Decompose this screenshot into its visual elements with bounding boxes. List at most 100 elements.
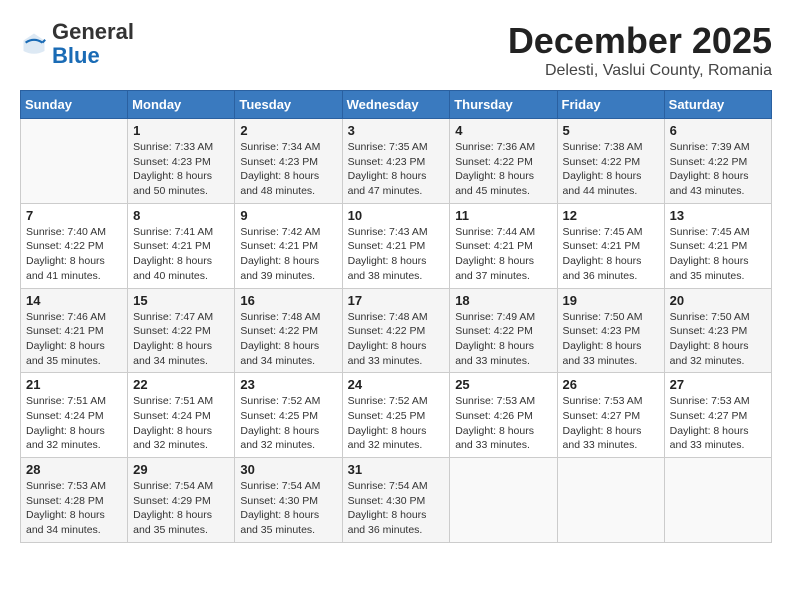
weekday-header-saturday: Saturday bbox=[664, 91, 771, 119]
calendar-cell: 27 Sunrise: 7:53 AM Sunset: 4:27 PM Dayli… bbox=[664, 373, 771, 458]
day-number: 9 bbox=[240, 208, 336, 223]
day-info: Sunrise: 7:48 AM Sunset: 4:22 PM Dayligh… bbox=[348, 310, 445, 369]
calendar-cell: 2 Sunrise: 7:34 AM Sunset: 4:23 PM Daylig… bbox=[235, 119, 342, 204]
calendar-cell: 1 Sunrise: 7:33 AM Sunset: 4:23 PM Daylig… bbox=[128, 119, 235, 204]
calendar-cell bbox=[21, 119, 128, 204]
calendar-cell: 24Sunrise: 7:52 AM Sunset: 4:25 PM Dayli… bbox=[342, 373, 450, 458]
calendar-cell: 22Sunrise: 7:51 AM Sunset: 4:24 PM Dayli… bbox=[128, 373, 235, 458]
logo-blue-text: Blue bbox=[52, 44, 134, 68]
calendar-cell: 16 Sunrise: 7:48 AM Sunset: 4:22 PM Dayli… bbox=[235, 288, 342, 373]
day-number: 13 bbox=[670, 208, 766, 223]
calendar-cell: 25 Sunrise: 7:53 AM Sunset: 4:26 PM Dayli… bbox=[450, 373, 557, 458]
day-info: Sunrise: 7:36 AM Sunset: 4:22 PM Dayligh… bbox=[455, 140, 551, 199]
day-info: Sunrise: 7:54 AM Sunset: 4:30 PM Dayligh… bbox=[240, 479, 336, 538]
day-number: 24 bbox=[348, 377, 445, 392]
day-number: 3 bbox=[348, 123, 445, 138]
day-info: Sunrise: 7:38 AM Sunset: 4:22 PM Dayligh… bbox=[563, 140, 659, 199]
day-number: 30 bbox=[240, 462, 336, 477]
day-info: Sunrise: 7:50 AM Sunset: 4:23 PM Dayligh… bbox=[670, 310, 766, 369]
day-info: Sunrise: 7:54 AM Sunset: 4:29 PM Dayligh… bbox=[133, 479, 229, 538]
day-info: Sunrise: 7:44 AM Sunset: 4:21 PM Dayligh… bbox=[455, 225, 551, 284]
day-info: Sunrise: 7:53 AM Sunset: 4:28 PM Dayligh… bbox=[26, 479, 122, 538]
day-number: 2 bbox=[240, 123, 336, 138]
day-number: 27 bbox=[670, 377, 766, 392]
calendar-cell: 7 Sunrise: 7:40 AM Sunset: 4:22 PM Daylig… bbox=[21, 203, 128, 288]
day-number: 12 bbox=[563, 208, 659, 223]
calendar-cell: 18 Sunrise: 7:49 AM Sunset: 4:22 PM Dayli… bbox=[450, 288, 557, 373]
day-info: Sunrise: 7:51 AM Sunset: 4:24 PM Dayligh… bbox=[26, 394, 122, 453]
calendar-table: SundayMondayTuesdayWednesdayThursdayFrid… bbox=[20, 90, 772, 543]
calendar-cell: 11 Sunrise: 7:44 AM Sunset: 4:21 PM Dayli… bbox=[450, 203, 557, 288]
day-info: Sunrise: 7:40 AM Sunset: 4:22 PM Dayligh… bbox=[26, 225, 122, 284]
calendar-week-1: 1 Sunrise: 7:33 AM Sunset: 4:23 PM Daylig… bbox=[21, 119, 772, 204]
weekday-header-monday: Monday bbox=[128, 91, 235, 119]
day-info: Sunrise: 7:46 AM Sunset: 4:21 PM Dayligh… bbox=[26, 310, 122, 369]
month-title: December 2025 bbox=[508, 20, 772, 62]
calendar-cell: 8 Sunrise: 7:41 AM Sunset: 4:21 PM Daylig… bbox=[128, 203, 235, 288]
day-number: 1 bbox=[133, 123, 229, 138]
day-info: Sunrise: 7:47 AM Sunset: 4:22 PM Dayligh… bbox=[133, 310, 229, 369]
weekday-header-thursday: Thursday bbox=[450, 91, 557, 119]
calendar-cell: 21 Sunrise: 7:51 AM Sunset: 4:24 PM Dayli… bbox=[21, 373, 128, 458]
day-number: 21 bbox=[26, 377, 122, 392]
day-info: Sunrise: 7:53 AM Sunset: 4:27 PM Dayligh… bbox=[670, 394, 766, 453]
day-number: 18 bbox=[455, 293, 551, 308]
day-number: 31 bbox=[348, 462, 445, 477]
calendar-week-2: 7 Sunrise: 7:40 AM Sunset: 4:22 PM Daylig… bbox=[21, 203, 772, 288]
day-number: 17 bbox=[348, 293, 445, 308]
day-number: 4 bbox=[455, 123, 551, 138]
day-number: 6 bbox=[670, 123, 766, 138]
logo-general-text: General bbox=[52, 20, 134, 44]
weekday-row: SundayMondayTuesdayWednesdayThursdayFrid… bbox=[21, 91, 772, 119]
calendar-cell bbox=[664, 458, 771, 543]
calendar-cell: 29Sunrise: 7:54 AM Sunset: 4:29 PM Dayli… bbox=[128, 458, 235, 543]
logo-icon bbox=[20, 30, 48, 58]
calendar-body: 1 Sunrise: 7:33 AM Sunset: 4:23 PM Daylig… bbox=[21, 119, 772, 543]
day-number: 15 bbox=[133, 293, 229, 308]
day-number: 23 bbox=[240, 377, 336, 392]
day-info: Sunrise: 7:51 AM Sunset: 4:24 PM Dayligh… bbox=[133, 394, 229, 453]
page-header: General Blue December 2025 Delesti, Vasl… bbox=[20, 20, 772, 80]
calendar-cell: 30 Sunrise: 7:54 AM Sunset: 4:30 PM Dayli… bbox=[235, 458, 342, 543]
calendar-cell: 4 Sunrise: 7:36 AM Sunset: 4:22 PM Daylig… bbox=[450, 119, 557, 204]
day-number: 8 bbox=[133, 208, 229, 223]
day-number: 25 bbox=[455, 377, 551, 392]
calendar-cell: 15 Sunrise: 7:47 AM Sunset: 4:22 PM Dayli… bbox=[128, 288, 235, 373]
day-info: Sunrise: 7:34 AM Sunset: 4:23 PM Dayligh… bbox=[240, 140, 336, 199]
weekday-header-tuesday: Tuesday bbox=[235, 91, 342, 119]
calendar-cell: 3 Sunrise: 7:35 AM Sunset: 4:23 PM Daylig… bbox=[342, 119, 450, 204]
calendar-week-5: 28Sunrise: 7:53 AM Sunset: 4:28 PM Dayli… bbox=[21, 458, 772, 543]
day-number: 16 bbox=[240, 293, 336, 308]
calendar-week-3: 14Sunrise: 7:46 AM Sunset: 4:21 PM Dayli… bbox=[21, 288, 772, 373]
weekday-header-wednesday: Wednesday bbox=[342, 91, 450, 119]
calendar-cell bbox=[450, 458, 557, 543]
calendar-header: SundayMondayTuesdayWednesdayThursdayFrid… bbox=[21, 91, 772, 119]
calendar-cell: 31Sunrise: 7:54 AM Sunset: 4:30 PM Dayli… bbox=[342, 458, 450, 543]
calendar-cell: 9Sunrise: 7:42 AM Sunset: 4:21 PM Daylig… bbox=[235, 203, 342, 288]
day-info: Sunrise: 7:48 AM Sunset: 4:22 PM Dayligh… bbox=[240, 310, 336, 369]
location-subtitle: Delesti, Vaslui County, Romania bbox=[508, 62, 772, 80]
calendar-cell: 17 Sunrise: 7:48 AM Sunset: 4:22 PM Dayli… bbox=[342, 288, 450, 373]
calendar-cell: 26Sunrise: 7:53 AM Sunset: 4:27 PM Dayli… bbox=[557, 373, 664, 458]
calendar-cell: 12Sunrise: 7:45 AM Sunset: 4:21 PM Dayli… bbox=[557, 203, 664, 288]
day-info: Sunrise: 7:53 AM Sunset: 4:26 PM Dayligh… bbox=[455, 394, 551, 453]
day-info: Sunrise: 7:49 AM Sunset: 4:22 PM Dayligh… bbox=[455, 310, 551, 369]
day-info: Sunrise: 7:41 AM Sunset: 4:21 PM Dayligh… bbox=[133, 225, 229, 284]
calendar-week-4: 21 Sunrise: 7:51 AM Sunset: 4:24 PM Dayli… bbox=[21, 373, 772, 458]
day-number: 11 bbox=[455, 208, 551, 223]
day-info: Sunrise: 7:53 AM Sunset: 4:27 PM Dayligh… bbox=[563, 394, 659, 453]
day-info: Sunrise: 7:50 AM Sunset: 4:23 PM Dayligh… bbox=[563, 310, 659, 369]
day-number: 7 bbox=[26, 208, 122, 223]
weekday-header-friday: Friday bbox=[557, 91, 664, 119]
calendar-cell: 20Sunrise: 7:50 AM Sunset: 4:23 PM Dayli… bbox=[664, 288, 771, 373]
day-number: 10 bbox=[348, 208, 445, 223]
day-info: Sunrise: 7:45 AM Sunset: 4:21 PM Dayligh… bbox=[670, 225, 766, 284]
calendar-cell: 23 Sunrise: 7:52 AM Sunset: 4:25 PM Dayli… bbox=[235, 373, 342, 458]
day-info: Sunrise: 7:33 AM Sunset: 4:23 PM Dayligh… bbox=[133, 140, 229, 199]
day-info: Sunrise: 7:52 AM Sunset: 4:25 PM Dayligh… bbox=[240, 394, 336, 453]
day-number: 19 bbox=[563, 293, 659, 308]
calendar-cell: 19 Sunrise: 7:50 AM Sunset: 4:23 PM Dayli… bbox=[557, 288, 664, 373]
calendar-cell: 28Sunrise: 7:53 AM Sunset: 4:28 PM Dayli… bbox=[21, 458, 128, 543]
day-info: Sunrise: 7:35 AM Sunset: 4:23 PM Dayligh… bbox=[348, 140, 445, 199]
calendar-cell: 10Sunrise: 7:43 AM Sunset: 4:21 PM Dayli… bbox=[342, 203, 450, 288]
